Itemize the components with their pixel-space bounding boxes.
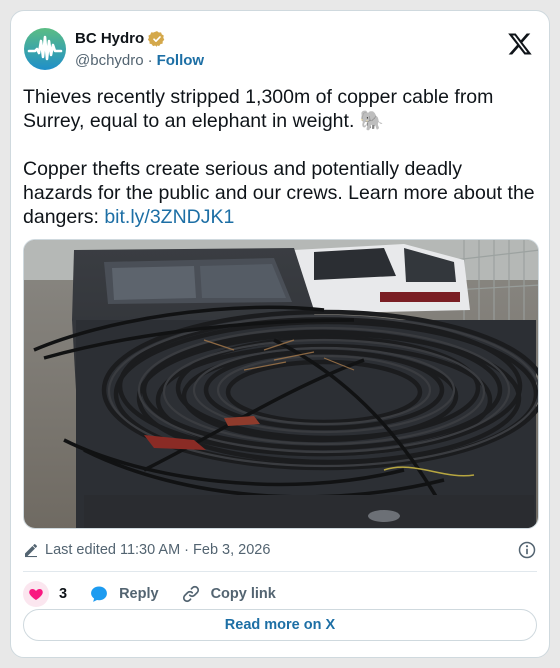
reply-label: Reply [119, 586, 159, 602]
heart-icon-wrap [23, 581, 49, 607]
heart-icon [29, 589, 43, 600]
divider [23, 571, 537, 572]
link-icon [182, 585, 199, 603]
tweet-text: Thieves recently stripped 1,300m of copp… [23, 85, 535, 229]
info-icon[interactable] [517, 540, 537, 560]
follow-button[interactable]: Follow [157, 52, 205, 69]
tweet-paragraph-2: Copper thefts create serious and potenti… [23, 157, 535, 229]
tweet-embed-card: BC Hydro @bchydro · Follow Thieves recen… [10, 10, 550, 658]
account-handle[interactable]: @bchydro [75, 52, 144, 69]
tweet-actions: 3 Reply Copy link [23, 577, 537, 611]
read-more-label: Read more on X [224, 617, 336, 633]
pencil-icon [25, 544, 37, 558]
account-name[interactable]: BC Hydro [75, 30, 144, 47]
verified-badge-icon [148, 30, 165, 47]
read-more-button[interactable]: Read more on X [23, 609, 537, 641]
avatar[interactable] [23, 27, 67, 71]
tweet-meta: Last edited 11:30 AM · Feb 3, 2026 [23, 539, 537, 561]
copy-link-button[interactable]: Copy link [181, 584, 276, 604]
tweet-header: BC Hydro @bchydro · Follow [23, 25, 537, 73]
x-logo-icon[interactable] [507, 31, 533, 57]
tweet-link[interactable]: bit.ly/3ZNDJK1 [104, 206, 234, 228]
separator-dot: · [147, 51, 153, 69]
like-count: 3 [59, 586, 68, 602]
copy-link-label: Copy link [210, 586, 276, 602]
tweet-photo[interactable] [23, 239, 539, 529]
like-button[interactable]: 3 [23, 581, 67, 607]
bchydro-logo-icon [24, 28, 66, 70]
copper-cable-photo [24, 240, 538, 528]
last-edited-timestamp[interactable]: Last edited 11:30 AM · Feb 3, 2026 [45, 542, 270, 558]
reply-button[interactable]: Reply [89, 584, 159, 604]
tweet-paragraph-1: Thieves recently stripped 1,300m of copp… [23, 86, 494, 132]
user-info: BC Hydro @bchydro · Follow [75, 30, 204, 69]
reply-bubble-icon [91, 586, 107, 602]
tweet-paragraph-2-text: Copper thefts create serious and potenti… [23, 158, 535, 228]
